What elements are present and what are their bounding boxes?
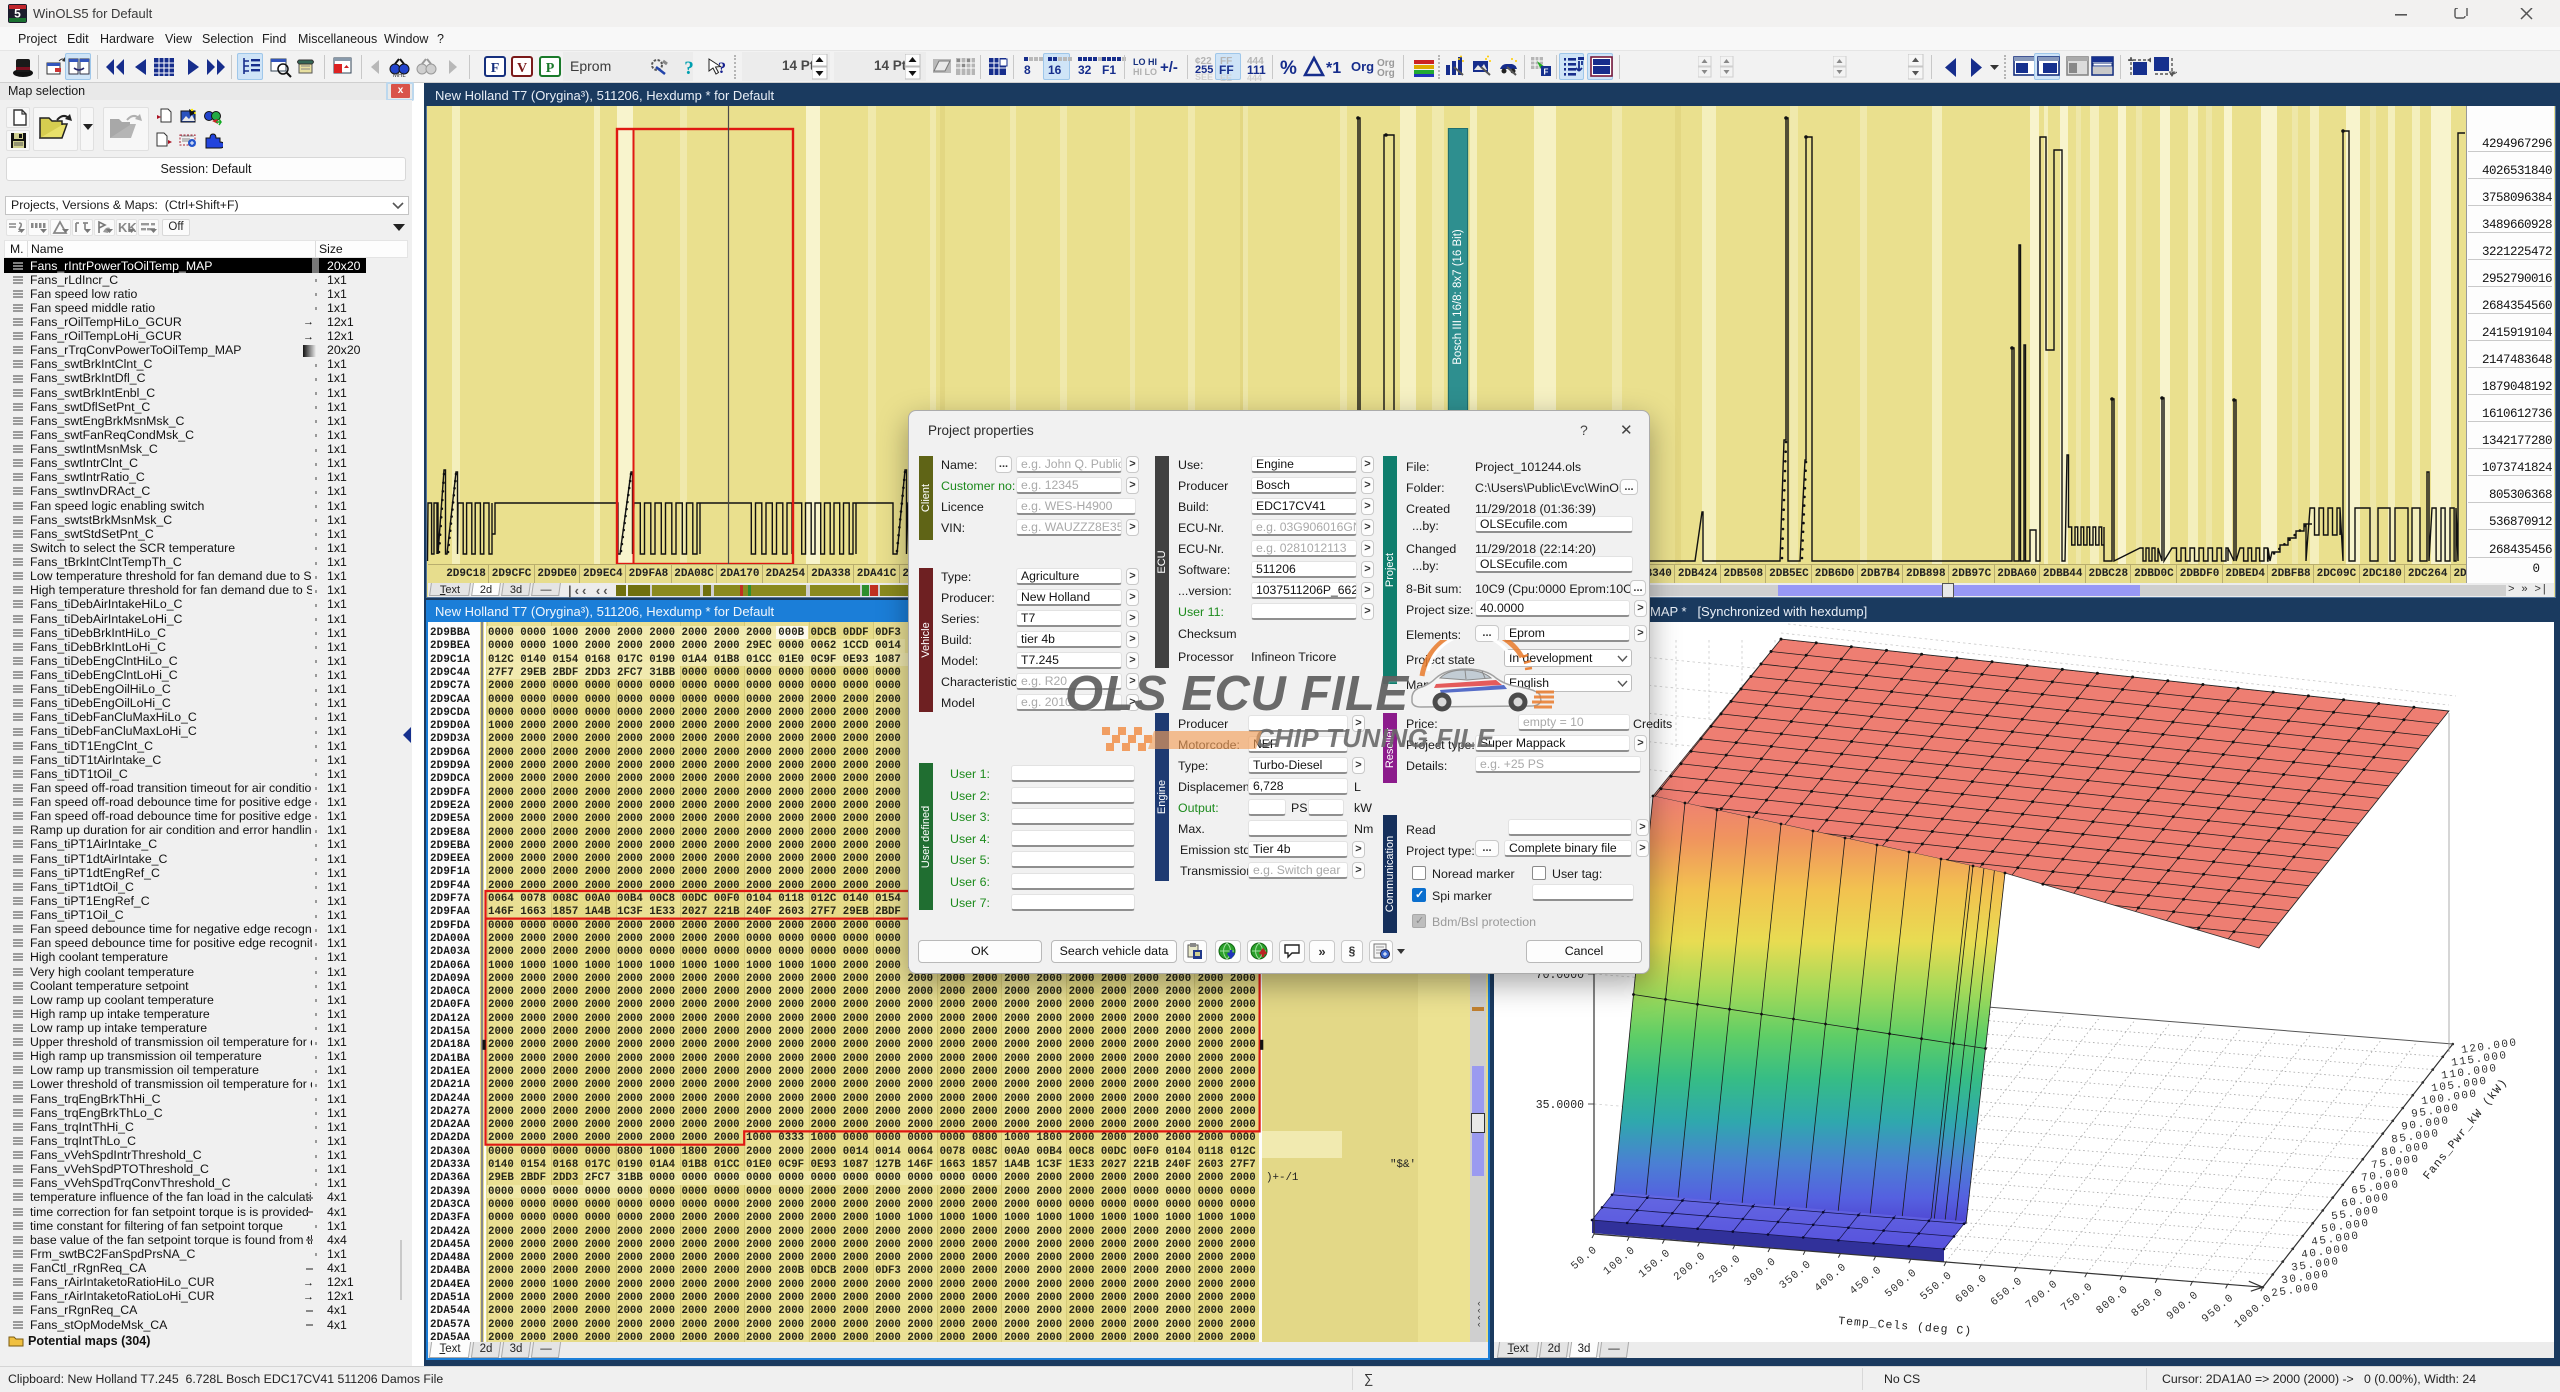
svg-text:5: 5: [14, 7, 21, 21]
svg-text:Temp_Cels (deg C): Temp_Cels (deg C): [1838, 1315, 1973, 1338]
svg-text:500.0: 500.0: [1883, 1267, 1920, 1301]
svg-text:35.0000: 35.0000: [1536, 1099, 1584, 1112]
svg-text:Org: Org: [1351, 59, 1374, 74]
svg-text:950.0: 950.0: [2200, 1292, 2237, 1326]
svg-text:1000.0: 1000.0: [2232, 1292, 2275, 1331]
svg-text:750.0: 750.0: [2059, 1281, 2096, 1315]
svg-text:+/-: +/-: [1160, 59, 1178, 76]
svg-text:MHL: MHL: [393, 73, 406, 79]
svg-text:32: 32: [1078, 63, 1092, 77]
svg-text:*1: *1: [1326, 60, 1341, 77]
svg-text:400.0: 400.0: [1813, 1261, 1850, 1295]
svg-text:%: %: [1280, 58, 1297, 79]
svg-text:200.0: 200.0: [1672, 1250, 1709, 1284]
svg-text:250.0: 250.0: [1707, 1253, 1744, 1287]
svg-text:LO HI: LO HI: [1133, 57, 1157, 67]
svg-text:F: F: [1544, 68, 1549, 77]
svg-text:16: 16: [1048, 63, 1062, 77]
svg-text:300.0: 300.0: [1742, 1256, 1779, 1290]
svg-text:50.0: 50.0: [1569, 1244, 1600, 1273]
svg-text:444: 444: [1247, 73, 1262, 81]
svg-text:8: 8: [1024, 63, 1031, 77]
svg-text:100.0: 100.0: [1601, 1244, 1638, 1278]
svg-text:V: V: [517, 61, 527, 76]
svg-text:650.0: 650.0: [1989, 1275, 2026, 1309]
svg-text:800.0: 800.0: [2094, 1284, 2131, 1318]
svg-text:850.0: 850.0: [2129, 1286, 2166, 1320]
svg-text:F: F: [491, 61, 500, 76]
svg-text:F1: F1: [1102, 63, 1116, 77]
svg-text:?: ?: [684, 58, 694, 79]
svg-text:550.0: 550.0: [1918, 1270, 1955, 1304]
svg-text:?: ?: [718, 60, 726, 77]
svg-text:EE: EE: [1220, 73, 1232, 81]
svg-text:HI LO: HI LO: [1133, 67, 1157, 77]
svg-text:SEE: SEE: [1195, 72, 1213, 81]
svg-text:P: P: [546, 61, 555, 76]
svg-text:450.0: 450.0: [1848, 1264, 1885, 1298]
svg-text:600.0: 600.0: [1953, 1272, 1990, 1306]
svg-text:Org: Org: [1377, 68, 1395, 79]
svg-text:350.0: 350.0: [1777, 1258, 1814, 1292]
svg-text:900.0: 900.0: [2165, 1289, 2202, 1323]
svg-text:150.0: 150.0: [1637, 1247, 1674, 1281]
svg-text:700.0: 700.0: [2024, 1278, 2061, 1312]
